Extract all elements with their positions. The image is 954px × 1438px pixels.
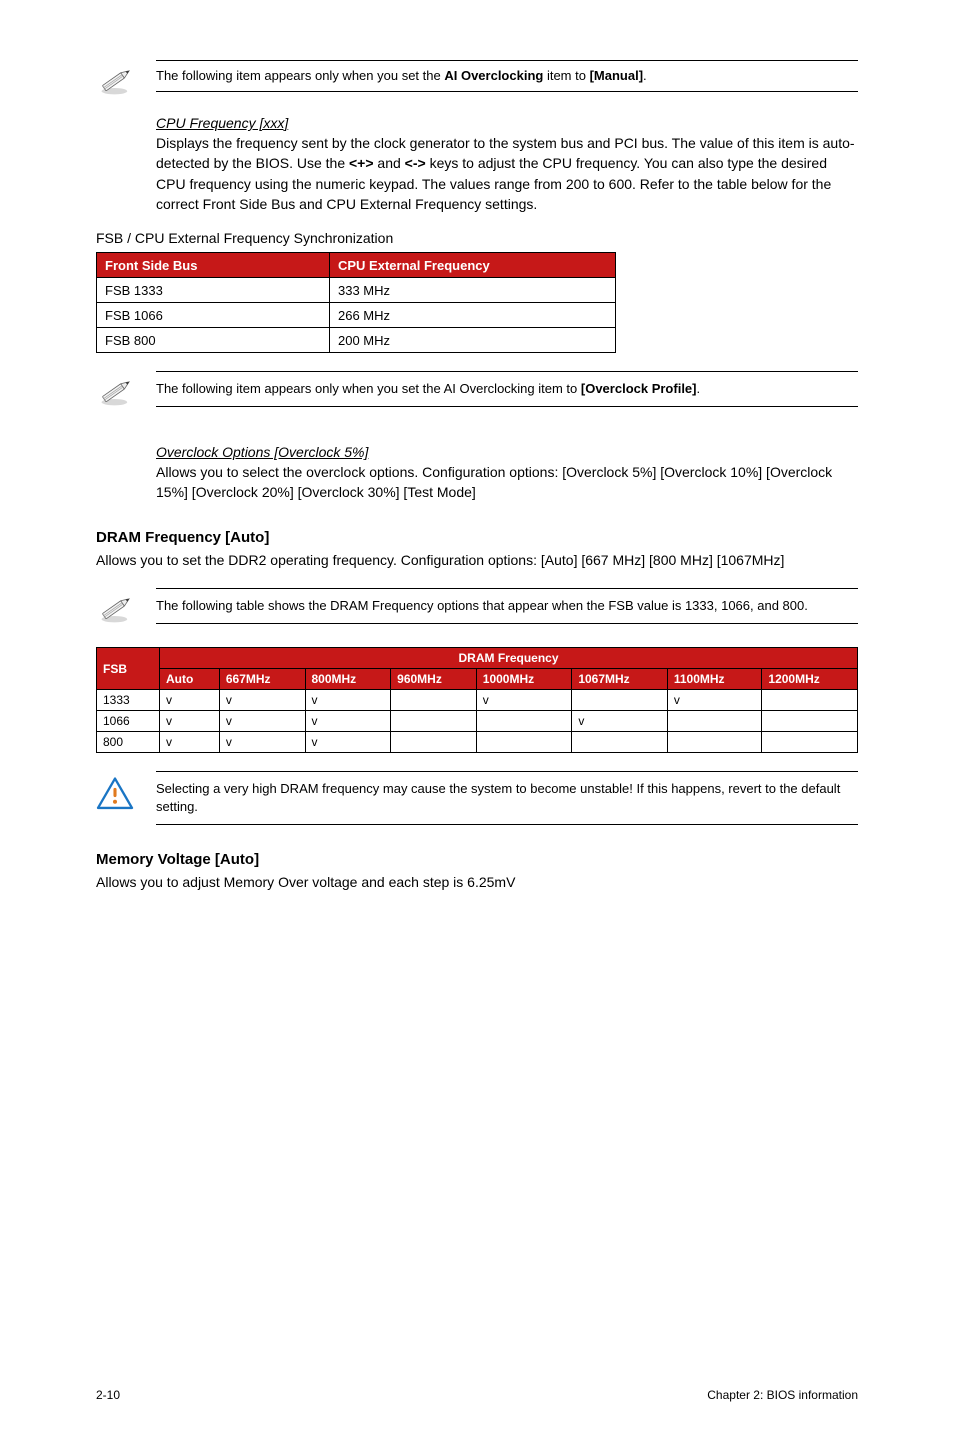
dram-col-1200: 1200MHz — [762, 669, 858, 690]
warning-text: Selecting a very high DRAM frequency may… — [156, 771, 858, 825]
dram-col-960: 960MHz — [391, 669, 477, 690]
note-pencil-icon — [96, 60, 156, 101]
page-number: 2-10 — [96, 1388, 120, 1402]
cpu-frequency-label: CPU Frequency [xxx] — [156, 115, 858, 131]
overclock-options-label: Overclock Options [Overclock 5%] — [156, 444, 858, 460]
table-row: FSB 1333 333 MHz — [97, 278, 616, 303]
overclock-options-text: Allows you to select the overclock optio… — [156, 462, 858, 503]
note-manual-text: The following item appears only when you… — [156, 60, 858, 92]
dram-col-1000: 1000MHz — [476, 669, 572, 690]
memory-voltage-text: Allows you to adjust Memory Over voltage… — [96, 872, 858, 892]
fsb-table-hdr-cpu: CPU External Frequency — [330, 253, 616, 278]
note-pencil-icon — [96, 371, 156, 412]
dram-col-1067: 1067MHz — [572, 669, 668, 690]
chapter-title: Chapter 2: BIOS information — [707, 1388, 858, 1402]
dram-frequency-text: Allows you to set the DDR2 operating fre… — [96, 550, 858, 570]
warning-triangle-icon — [96, 771, 156, 816]
dram-col-auto: Auto — [160, 669, 220, 690]
table-row: 1333 v v v v v — [97, 690, 858, 711]
memory-voltage-title: Memory Voltage [Auto] — [96, 851, 858, 868]
table-row: FSB 800 200 MHz — [97, 328, 616, 353]
dram-frequency-title: DRAM Frequency [Auto] — [96, 529, 858, 546]
dram-col-1100: 1100MHz — [667, 669, 762, 690]
dram-table: FSB DRAM Frequency Auto 667MHz 800MHz 96… — [96, 647, 858, 753]
cpu-frequency-text: Displays the frequency sent by the clock… — [156, 133, 858, 214]
fsb-table-hdr-fsb: Front Side Bus — [97, 253, 330, 278]
dram-table-title: DRAM Frequency — [160, 648, 858, 669]
table-row: 1066 v v v v — [97, 711, 858, 732]
dram-table-fsb-hdr: FSB — [97, 648, 160, 690]
note-dram-table-text: The following table shows the DRAM Frequ… — [156, 588, 858, 624]
note-overclock-profile-text: The following item appears only when you… — [156, 371, 858, 407]
table-row: FSB 1066 266 MHz — [97, 303, 616, 328]
dram-col-800: 800MHz — [305, 669, 391, 690]
dram-col-667: 667MHz — [219, 669, 305, 690]
fsb-table: Front Side Bus CPU External Frequency FS… — [96, 252, 616, 353]
fsb-sync-title: FSB / CPU External Frequency Synchroniza… — [96, 230, 858, 246]
note-pencil-icon — [96, 588, 156, 629]
table-row: 800 v v v — [97, 732, 858, 753]
